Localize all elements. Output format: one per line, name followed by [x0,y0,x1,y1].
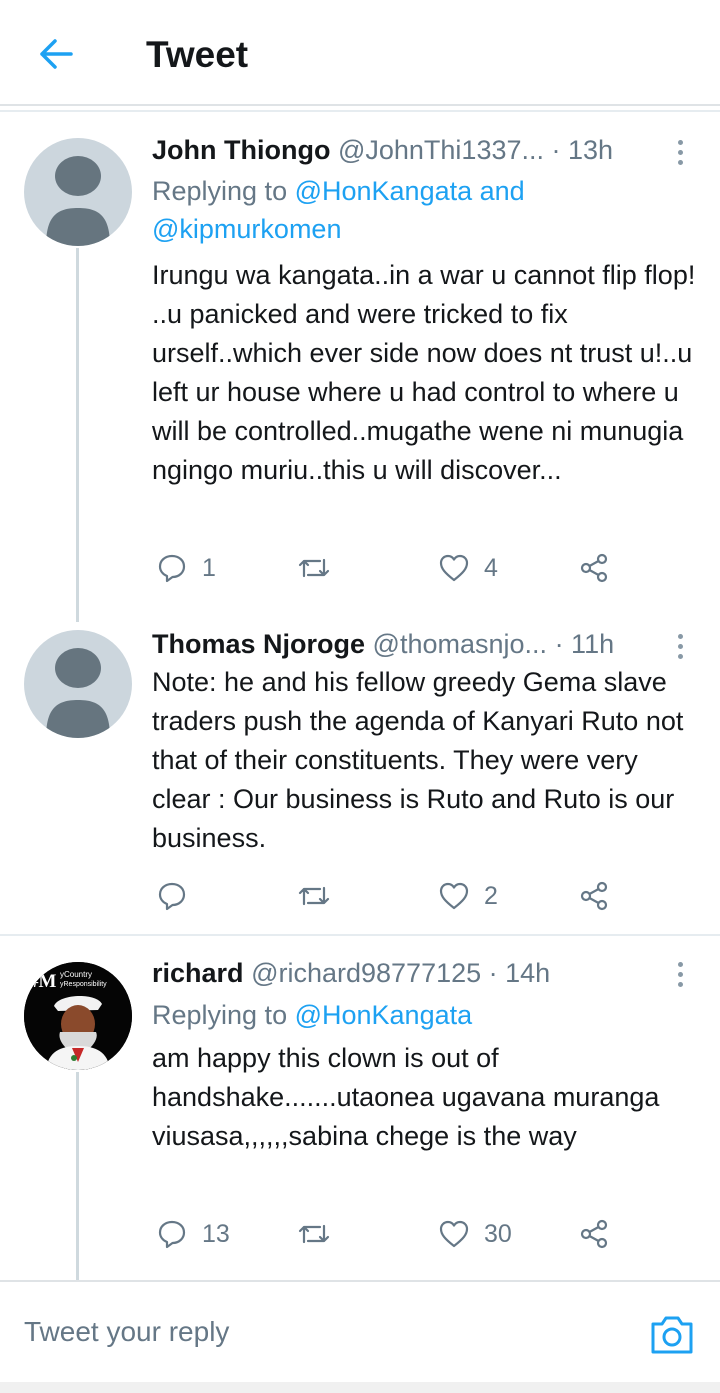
like-button[interactable]: 30 [438,1214,512,1254]
system-nav-bar [0,1382,720,1393]
page-title: Tweet [146,34,249,75]
username[interactable]: @JohnThi1337... [338,135,544,165]
replying-to: Replying to @HonKangata [152,996,690,1034]
retweet-button[interactable] [296,1214,346,1254]
more-options-icon[interactable] [670,628,690,664]
action-bar: 2 [152,876,632,916]
reply-composer: Tweet your reply [0,1280,720,1382]
reply-icon [158,1220,186,1249]
retweet-icon [298,886,330,906]
like-button[interactable]: 2 [438,876,498,916]
reply-icon [158,554,186,583]
tweet-reply-2[interactable]: Thomas Njoroge @thomasnjo... · 11h Note:… [0,622,720,934]
display-name[interactable]: Thomas Njoroge [152,629,365,659]
share-button[interactable] [578,876,610,916]
tweet-reply-1[interactable]: John Thiongo @JohnThi1337... · 13h Reply… [0,112,720,622]
share-button[interactable] [578,548,610,588]
avatar[interactable] [24,138,132,246]
username[interactable]: @thomasnjo... [373,629,548,659]
retweet-button[interactable] [296,548,346,588]
avatar[interactable]: #M yCountry yResponsibility [24,962,132,1070]
retweet-icon [298,1224,330,1244]
like-button[interactable]: 4 [438,548,498,588]
retweet-button[interactable] [296,876,346,916]
back-arrow-icon[interactable] [34,32,78,76]
more-options-icon[interactable] [670,134,690,170]
reply-count: 13 [202,1219,230,1248]
avatar-logo-text: #M [29,971,57,992]
heart-icon [439,1220,469,1248]
tweet-header: John Thiongo @JohnThi1337... · 13h [152,133,650,167]
thread-line [76,248,79,622]
tweet-text: Irungu wa kangata..in a war u cannot fli… [152,260,696,485]
action-bar: 13 30 [152,1214,632,1254]
reply-button[interactable] [156,876,202,916]
retweet-icon [298,558,330,578]
thread-line [76,1072,79,1280]
mention-link[interactable]: @HonKangata [295,1000,473,1030]
action-bar: 1 4 [152,548,632,588]
heart-icon [439,882,469,910]
reply-button[interactable]: 1 [156,548,216,588]
tweet-header: richard @richard98777125 · 14h [152,956,650,990]
top-app-bar: Tweet [0,0,720,106]
reply-count: 1 [202,553,216,582]
replying-to: Replying to @HonKangata and @kipmurkomen [152,172,690,248]
reply-button[interactable]: 13 [156,1214,230,1254]
timestamp: · 13h [551,135,614,165]
tweet-text: Note: he and his fellow greedy Gema slav… [152,667,684,853]
reply-input[interactable]: Tweet your reply [24,1316,229,1348]
display-name[interactable]: John Thiongo [152,135,330,165]
like-count: 30 [484,1219,512,1248]
more-options-icon[interactable] [670,956,690,992]
timestamp: · 14h [488,958,551,988]
tweet-reply-3[interactable]: #M yCountry yResponsibility richard @ric… [0,936,720,1280]
replying-to-label: Replying to [152,1000,295,1030]
like-count: 4 [484,553,498,582]
avatar[interactable] [24,630,132,738]
svg-text:yCountry: yCountry [60,970,92,979]
camera-icon[interactable] [648,1312,696,1356]
display-name[interactable]: richard [152,958,244,988]
share-icon [580,1219,608,1249]
username[interactable]: @richard98777125 [251,958,481,988]
timestamp: · 11h [554,629,615,659]
share-button[interactable] [578,1214,610,1254]
share-icon [580,553,608,583]
reply-icon [158,882,186,911]
replying-to-label: Replying to [152,176,295,206]
tweet-text: am happy this clown is out of handshake.… [152,1043,660,1151]
tweet-header: Thomas Njoroge @thomasnjo... · 11h [152,627,650,661]
share-icon [580,881,608,911]
heart-icon [439,554,469,582]
svg-text:yResponsibility: yResponsibility [60,981,107,988]
like-count: 2 [484,881,498,910]
